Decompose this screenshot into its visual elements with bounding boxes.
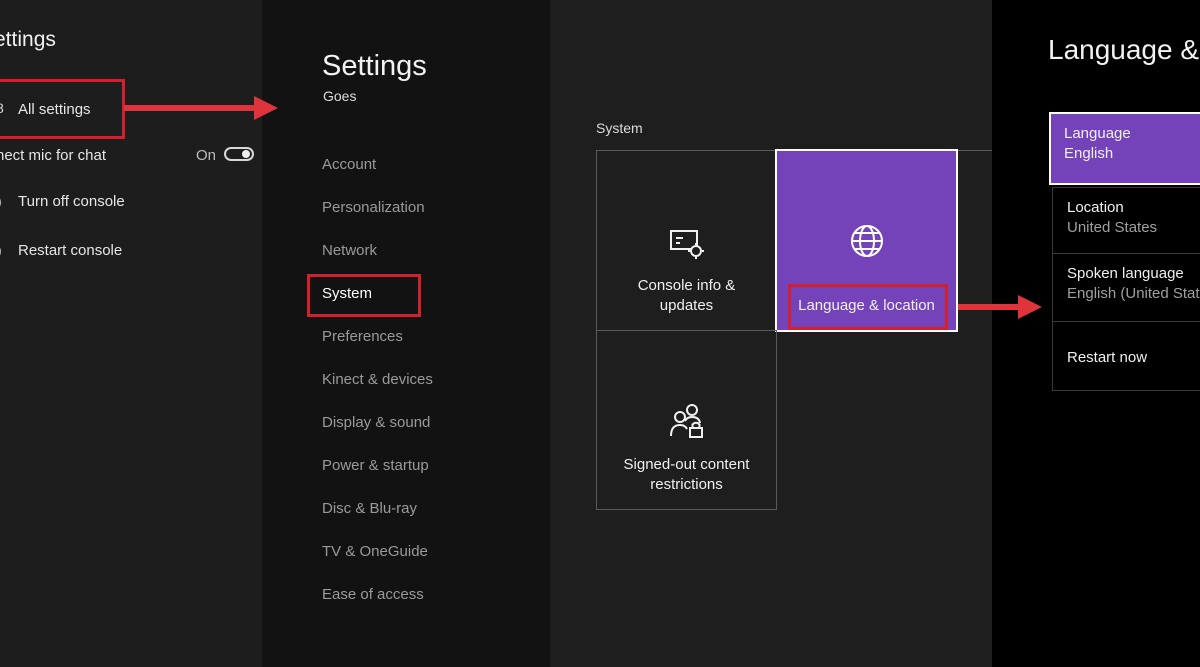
signed-out-restrictions-tile[interactable]: Signed-out content restrictions <box>596 330 777 510</box>
nav-item-account[interactable]: Account <box>322 156 376 173</box>
mic-toggle[interactable] <box>224 147 254 161</box>
language-option-label: Language <box>1064 125 1131 142</box>
restart-console-item[interactable]: Restart console <box>18 242 122 259</box>
nav-item-disc-bluray[interactable]: Disc & Blu-ray <box>322 500 417 517</box>
people-lock-icon <box>668 403 706 445</box>
gamertag-subtitle: Goes <box>323 88 357 104</box>
annotation-arrow <box>124 96 278 120</box>
language-option-value: English <box>1064 145 1114 162</box>
console-info-icon <box>669 229 705 265</box>
nav-item-personalization[interactable]: Personalization <box>322 199 425 216</box>
nav-item-display-sound[interactable]: Display & sound <box>322 414 430 431</box>
settings-title: Settings <box>322 50 427 82</box>
signed-out-restrictions-label: Signed-out content restrictions <box>623 456 750 493</box>
globe-icon <box>849 223 885 265</box>
settings-nav-panel <box>262 0 550 667</box>
highlight-all-settings <box>0 79 125 139</box>
highlight-system <box>307 274 421 317</box>
restart-icon: ) <box>0 242 2 258</box>
power-icon: ) <box>0 193 2 209</box>
annotation-arrow <box>958 295 1042 319</box>
location-option-label: Location <box>1067 199 1124 216</box>
guide-title: ettings <box>0 28 56 51</box>
restart-now-option[interactable]: Restart now <box>1052 321 1200 391</box>
highlight-language-location <box>788 284 948 330</box>
restart-now-label: Restart now <box>1067 349 1148 366</box>
nav-item-network[interactable]: Network <box>322 242 377 259</box>
console-info-tile[interactable]: Console info & updates <box>596 150 777 331</box>
nav-item-ease-of-access[interactable]: Ease of access <box>322 586 424 603</box>
nav-item-tv-oneguide[interactable]: TV & OneGuide <box>322 543 428 560</box>
mic-toggle-value: On <box>196 147 217 164</box>
nav-item-power-startup[interactable]: Power & startup <box>322 457 429 474</box>
system-section-label: System <box>596 120 643 136</box>
language-page-title: Language & <box>1048 34 1200 65</box>
console-info-label: Console info & updates <box>637 277 736 314</box>
spoken-language-option-value: English (United State <box>1067 285 1200 302</box>
spoken-language-option[interactable]: Spoken language English (United State <box>1052 253 1200 321</box>
toggle-knob <box>242 150 250 158</box>
turn-off-console-item[interactable]: Turn off console <box>18 193 125 210</box>
kinect-mic-label[interactable]: nect mic for chat <box>0 147 106 164</box>
spoken-language-option-label: Spoken language <box>1067 265 1184 282</box>
nav-item-preferences[interactable]: Preferences <box>322 328 403 345</box>
location-option-value: United States <box>1067 219 1158 236</box>
language-option[interactable]: Language English <box>1049 112 1200 185</box>
location-option[interactable]: Location United States <box>1052 187 1200 253</box>
nav-item-kinect-devices[interactable]: Kinect & devices <box>322 371 433 388</box>
